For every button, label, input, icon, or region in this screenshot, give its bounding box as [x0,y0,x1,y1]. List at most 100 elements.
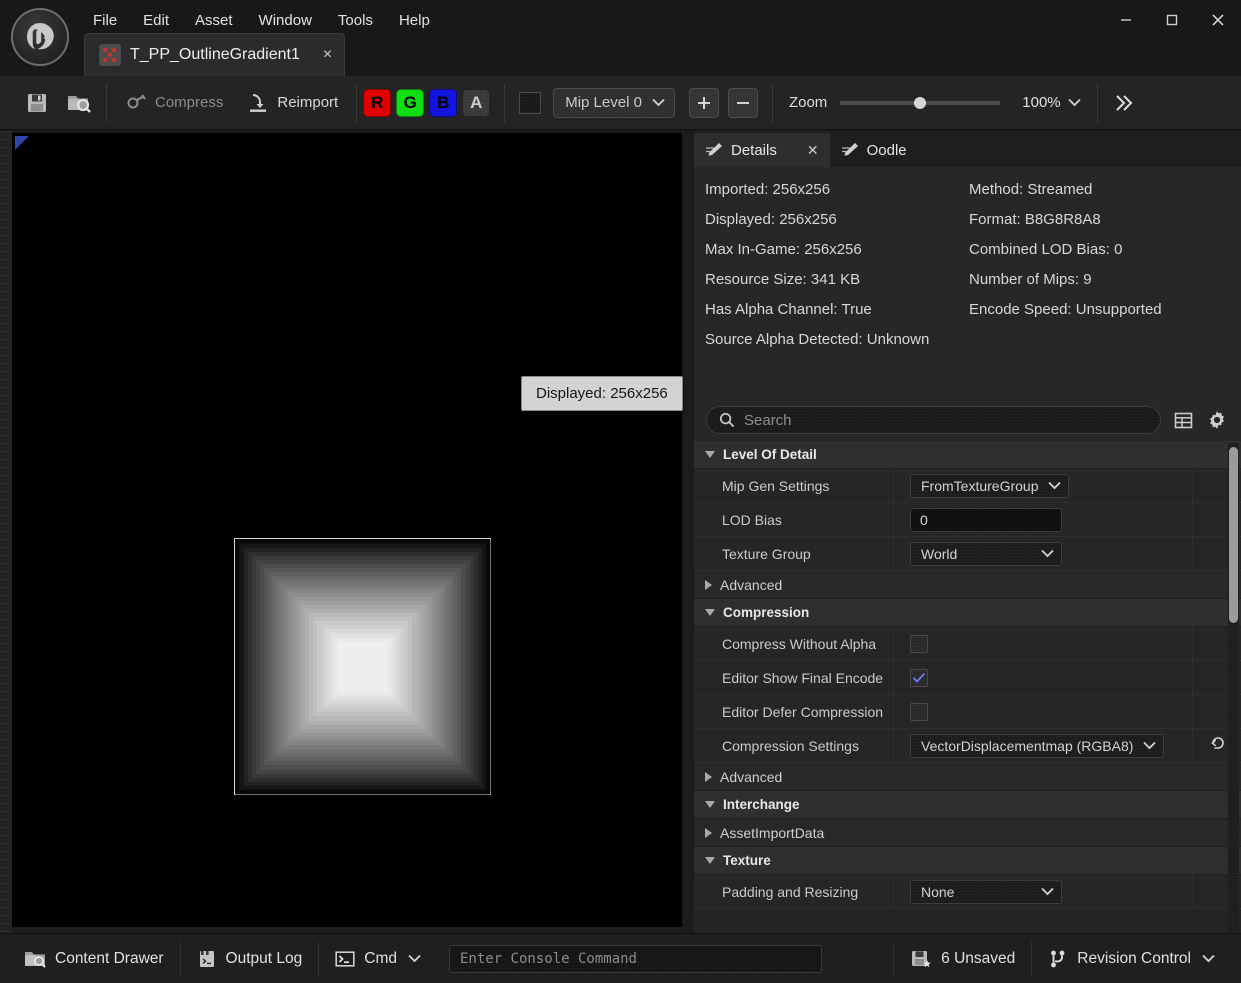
texture-viewport[interactable]: Displayed: 256x256 [0,131,694,933]
console-command-input[interactable]: Enter Console Command [448,944,822,973]
output-log-button[interactable]: Output Log [181,939,319,979]
menu-asset[interactable]: Asset [182,8,246,33]
cmd-label: Cmd [364,949,397,967]
unreal-texture-editor-window: File Edit Asset Window Tools Help T_PP_O… [0,0,1241,983]
info-displayed: Displayed: 256x256 [705,211,837,228]
reimport-button[interactable]: Reimport [235,83,350,123]
category-label: Texture [723,853,771,868]
unreal-engine-logo[interactable] [11,8,69,66]
triangle-down-icon [705,801,715,808]
settings-gear-button[interactable] [1205,408,1229,432]
compress-label: Compress [155,94,224,111]
editor-toolbar: Compress Reimport R G B A Mip Level 0 Zo… [0,76,1241,130]
column-view-button[interactable] [1171,408,1195,432]
info-number-of-mips: Number of Mips: 9 [969,271,1092,288]
tab-details-label: Details [731,141,777,159]
property-checkbox[interactable] [910,668,928,687]
category-row[interactable]: Compression [694,599,1241,627]
triangle-right-icon [705,579,712,590]
reset-to-default-icon [1210,736,1224,749]
corner-guide-marker-icon [15,136,29,150]
channel-toggle-r[interactable]: R [363,88,392,117]
zoom-percent-dropdown[interactable]: 100% [1022,94,1081,111]
triangle-down-icon [705,451,715,458]
zoom-slider-thumb[interactable] [914,96,927,109]
content-drawer-label: Content Drawer [55,949,164,967]
details-scrollbar[interactable] [1228,443,1239,931]
revision-control-branch-icon [1051,950,1065,967]
revision-control-button[interactable]: Revision Control [1032,939,1231,979]
property-dropdown-value: World [921,545,958,562]
property-dropdown[interactable]: VectorDisplacementmap (RGBA8) [910,733,1165,758]
reset-to-default-button[interactable] [1209,736,1226,756]
compress-icon [127,93,146,108]
subsection-row[interactable]: Advanced [694,571,1241,599]
unsaved-button[interactable]: 6 Unsaved [894,939,1031,979]
channel-b-label: B [437,92,450,112]
toolbar-separator-1 [106,83,107,122]
search-icon [719,412,735,428]
tab-oodle[interactable]: Oodle [830,133,918,167]
details-search-row [694,399,1241,441]
channel-toggle-a[interactable]: A [462,88,491,117]
subsection-label: Advanced [720,768,783,785]
mip-level-dropdown[interactable]: Mip Level 0 [553,87,675,118]
info-encode-speed: Encode Speed: Unsupported [969,301,1162,318]
menu-tools[interactable]: Tools [325,8,386,33]
property-value-cell [894,695,1193,728]
close-icon [1212,14,1224,26]
details-search-box[interactable] [706,406,1161,434]
status-bar: Content Drawer Output Log Cmd Enter Cons… [0,933,1241,983]
subsection-row[interactable]: Advanced [694,763,1241,791]
info-has-alpha-channel: Has Alpha Channel: True [705,301,872,318]
minimize-button[interactable] [1103,0,1149,40]
menu-help[interactable]: Help [386,8,443,33]
save-button[interactable] [16,83,58,123]
toolbar-overflow-button[interactable] [1104,83,1144,123]
browse-to-asset-button[interactable] [58,83,100,123]
property-value-cell: 0 [894,503,1193,536]
viewport-canvas[interactable] [12,133,682,928]
zoom-slider[interactable] [840,93,1001,113]
property-dropdown[interactable]: None [910,879,1062,904]
tab-details-close-icon[interactable]: ✕ [807,142,819,159]
asset-tab[interactable]: T_PP_OutlineGradient1 × [84,33,346,76]
property-checkbox[interactable] [910,702,928,721]
info-combined-lod-bias: Combined LOD Bias: 0 [969,241,1123,258]
property-value-cell [894,627,1193,660]
mip-decrease-button[interactable] [727,87,758,118]
property-dropdown[interactable]: FromTextureGroup [910,473,1070,498]
property-text-input[interactable]: 0 [910,507,1062,532]
texture-asset-icon [99,44,121,66]
content-drawer-button[interactable]: Content Drawer [8,939,180,979]
asset-tab-close-icon[interactable]: × [323,47,332,63]
texture-preview-image[interactable] [234,538,491,795]
channel-r-label: R [371,92,384,112]
compress-button[interactable]: Compress [113,83,235,123]
close-button[interactable] [1195,0,1241,40]
category-row[interactable]: Texture [694,847,1241,875]
triangle-down-icon [705,857,715,864]
channel-toggle-g[interactable]: G [396,88,425,117]
property-dropdown[interactable]: World [910,541,1062,566]
menu-file[interactable]: File [80,8,130,33]
maximize-button[interactable] [1149,0,1195,40]
checkmark-icon [912,672,926,683]
details-scrollbar-thumb[interactable] [1229,447,1238,623]
tab-details[interactable]: Details ✕ [694,133,830,167]
details-search-input[interactable] [744,411,1148,429]
menu-edit[interactable]: Edit [130,8,182,33]
category-row[interactable]: Level Of Detail [694,441,1241,469]
cmd-dropdown-button[interactable]: Cmd [319,939,437,979]
category-row[interactable]: Interchange [694,791,1241,819]
background-color-swatch[interactable] [519,91,542,114]
channel-toggle-b[interactable]: B [429,88,458,117]
subsection-row[interactable]: AssetImportData [694,819,1241,847]
triangle-right-icon [705,827,712,838]
menu-window[interactable]: Window [246,8,325,33]
toolbar-separator-4 [771,83,773,122]
property-checkbox[interactable] [910,634,928,653]
mip-increase-button[interactable] [688,87,719,118]
unsaved-label: 6 Unsaved [941,949,1016,967]
property-label: Padding and Resizing [694,875,894,908]
